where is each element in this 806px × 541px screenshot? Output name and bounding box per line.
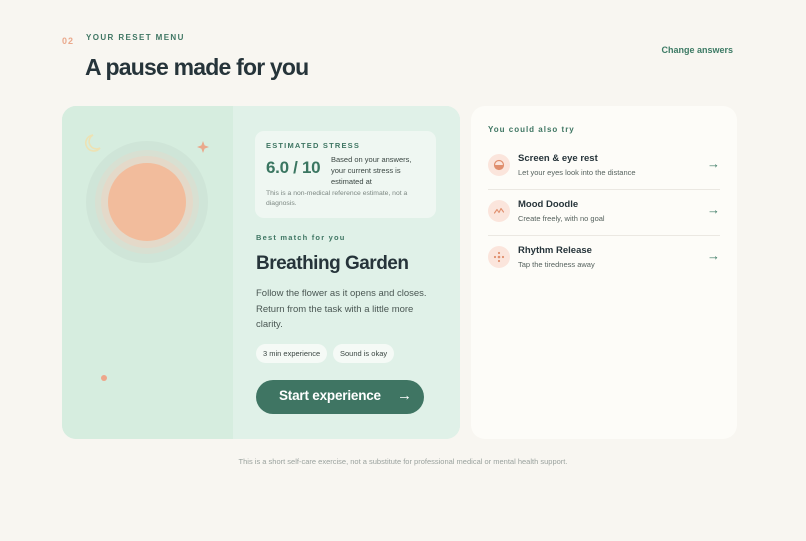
duration-tag: 3 min experience: [256, 344, 328, 363]
recommendation-card: ESTIMATED STRESS 6.0 / 10 Based on your …: [62, 106, 460, 439]
alternative-name: Mood Doodle: [518, 199, 579, 210]
alternative-name: Rhythm Release: [518, 245, 592, 256]
alternatives-card: You could also try Screen & eye rest Let…: [471, 106, 737, 439]
alternative-subtitle: Let your eyes look into the distance: [518, 168, 636, 177]
arrow-right-icon: →: [397, 387, 412, 404]
arrow-right-icon: →: [707, 248, 720, 263]
stress-note: This is a non-medical reference estimate…: [266, 190, 408, 207]
stress-score: 6.0 / 10: [266, 158, 321, 177]
dot-icon: [101, 375, 107, 381]
alternatives-title: You could also try: [488, 125, 575, 134]
stress-description: Based on your answers, your current stre…: [331, 155, 412, 186]
section-eyebrow: YOUR RESET MENU: [86, 33, 185, 42]
alternative-item-rhythm-release[interactable]: Rhythm Release Tap the tiredness away →: [488, 236, 720, 282]
stress-label: ESTIMATED STRESS: [266, 141, 361, 150]
moon-icon: [85, 134, 101, 152]
alternative-name: Screen & eye rest: [518, 153, 598, 164]
best-match-title: Breathing Garden: [256, 253, 409, 274]
stress-estimate-box: ESTIMATED STRESS 6.0 / 10 Based on your …: [255, 131, 436, 218]
alternative-subtitle: Tap the tiredness away: [518, 260, 595, 269]
best-match-label: Best match for you: [256, 233, 346, 242]
illustration-panel: [62, 106, 233, 439]
match-panel: ESTIMATED STRESS 6.0 / 10 Based on your …: [233, 106, 460, 439]
sound-tag: Sound is okay: [333, 344, 395, 363]
start-button-label: Start experience: [279, 388, 381, 403]
sun-icon: [108, 163, 186, 241]
arrow-right-icon: →: [707, 202, 720, 217]
sparkle-icon: [488, 246, 510, 268]
disclaimer-text: This is a short self-care exercise, not …: [238, 457, 568, 466]
page-header: 02 YOUR RESET MENU A pause made for you …: [0, 0, 806, 100]
alternative-subtitle: Create freely, with no goal: [518, 214, 605, 223]
half-circle-icon: [488, 154, 510, 176]
squiggle-icon: [488, 200, 510, 222]
alternative-item-mood-doodle[interactable]: Mood Doodle Create freely, with no goal …: [488, 190, 720, 236]
best-match-description: Follow the flower as it opens and closes…: [256, 288, 427, 330]
arrow-right-icon: →: [707, 156, 720, 171]
page-title: A pause made for you: [85, 54, 309, 80]
sun-illustration: [85, 134, 209, 381]
start-experience-button[interactable]: Start experience →: [256, 380, 424, 414]
step-number: 02: [62, 36, 75, 46]
star-icon: [197, 141, 209, 153]
alternative-item-screen-eye-rest[interactable]: Screen & eye rest Let your eyes look int…: [488, 144, 720, 190]
change-answers-link[interactable]: Change answers: [661, 45, 733, 55]
